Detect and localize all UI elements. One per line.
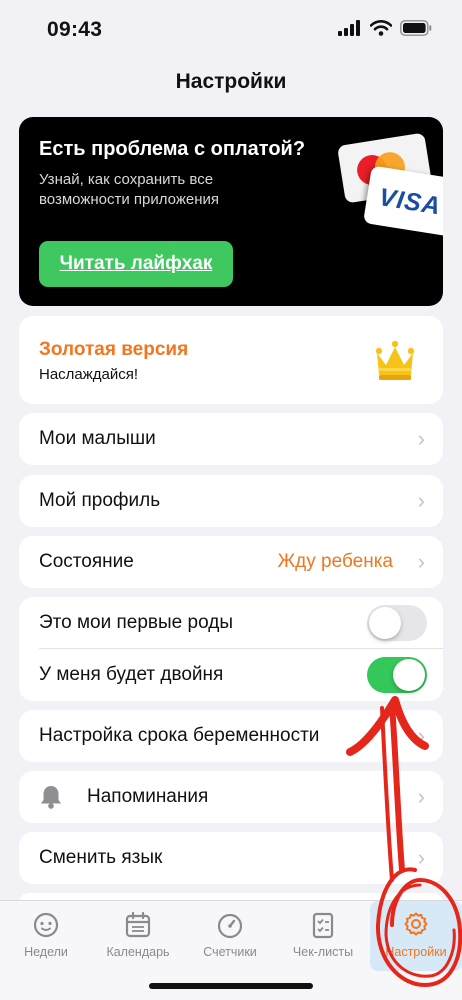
calendar-icon xyxy=(125,911,151,938)
read-lifehack-button[interactable]: Читать лайфхак xyxy=(39,241,233,287)
stopwatch-icon xyxy=(217,913,243,939)
my-babies-row: Мои малыши › xyxy=(19,413,443,465)
tab-label: Недели xyxy=(24,945,68,959)
visa-card-image: VISA xyxy=(363,165,443,237)
tab-label: Чек-листы xyxy=(292,945,354,959)
twins-toggle[interactable] xyxy=(367,657,427,693)
tab-calendar[interactable]: Календарь xyxy=(92,901,184,971)
gear-icon xyxy=(404,912,428,936)
cellular-signal-icon xyxy=(338,20,360,36)
my-babies-label: Мои малыши xyxy=(39,428,156,449)
state-row: Состояние Жду ребенка › xyxy=(19,536,443,588)
tab-checklists[interactable]: Чек-листы xyxy=(277,901,369,971)
toggle-knob xyxy=(369,607,401,639)
toggles-group: Это мои первые роды У меня будет двойня xyxy=(19,597,443,701)
change-language-row: Сменить язык › xyxy=(19,832,443,884)
first-birth-toggle[interactable] xyxy=(367,605,427,641)
pregnancy-term-row: Настройка срока беременности › xyxy=(19,710,443,762)
tab-settings[interactable]: Настройки xyxy=(370,901,462,971)
first-birth-row: Это мои первые роды xyxy=(19,597,443,649)
my-babies-item[interactable]: Мои малыши › xyxy=(19,413,443,465)
tab-counters[interactable]: Счетчики xyxy=(184,901,276,971)
state-label: Состояние xyxy=(39,551,134,572)
home-indicator xyxy=(149,983,313,989)
my-profile-label: Мой профиль xyxy=(39,490,161,511)
reminders-row: Напоминания › xyxy=(19,771,443,823)
tab-label: Настройки xyxy=(385,945,447,959)
pregnancy-term-label: Настройка срока беременности xyxy=(39,725,320,746)
chevron-right-icon: › xyxy=(417,426,425,451)
page-title: Настройки xyxy=(175,70,287,93)
tab-label: Календарь xyxy=(106,945,170,959)
tab-label: Счетчики xyxy=(203,945,257,959)
payment-promo-banner: Есть проблема с оплатой? Узнай, как сохр… xyxy=(19,117,443,306)
my-profile-item[interactable]: Мой профиль › xyxy=(19,475,443,527)
status-time: 09:43 xyxy=(47,18,103,41)
chevron-right-icon: › xyxy=(417,723,425,748)
chevron-right-icon: › xyxy=(417,488,425,513)
promo-title: Есть проблема с оплатой? xyxy=(39,138,306,160)
baby-face-icon xyxy=(33,912,59,938)
pregnancy-term-item[interactable]: Настройка срока беременности › xyxy=(19,710,443,762)
checklist-icon xyxy=(312,912,334,939)
bell-icon xyxy=(41,786,61,809)
change-language-item[interactable]: Сменить язык › xyxy=(19,832,443,884)
tab-weeks[interactable]: Недели xyxy=(0,901,92,971)
reminders-item[interactable]: Напоминания › xyxy=(19,771,443,823)
wifi-icon xyxy=(370,20,392,36)
battery-icon xyxy=(400,20,432,36)
visa-logo: VISA xyxy=(377,183,443,221)
first-birth-label: Это мои первые роды xyxy=(39,612,233,633)
promo-subtitle: Узнай, как сохранить все возможности при… xyxy=(39,171,220,208)
my-profile-row: Мой профиль › xyxy=(19,475,443,527)
status-bar: 09:43 xyxy=(0,0,462,56)
crown-icon xyxy=(375,340,415,380)
twins-row: У меня будет двойня xyxy=(19,649,443,701)
change-language-label: Сменить язык xyxy=(39,847,163,868)
twins-label: У меня будет двойня xyxy=(39,664,224,685)
gold-version-subtitle: Наслаждайся! xyxy=(39,366,139,383)
status-icons xyxy=(338,20,432,36)
chevron-right-icon: › xyxy=(417,845,425,870)
state-value: Жду ребенка xyxy=(277,551,393,572)
gold-version-title: Золотая версия xyxy=(39,339,189,360)
chevron-right-icon: › xyxy=(417,549,425,574)
chevron-right-icon: › xyxy=(417,784,425,809)
toggle-knob xyxy=(393,659,425,691)
state-item[interactable]: Состояние Жду ребенка › xyxy=(19,536,443,588)
gold-version-item[interactable]: Золотая версия Наслаждайся! xyxy=(19,316,443,404)
reminders-label: Напоминания xyxy=(87,786,209,807)
